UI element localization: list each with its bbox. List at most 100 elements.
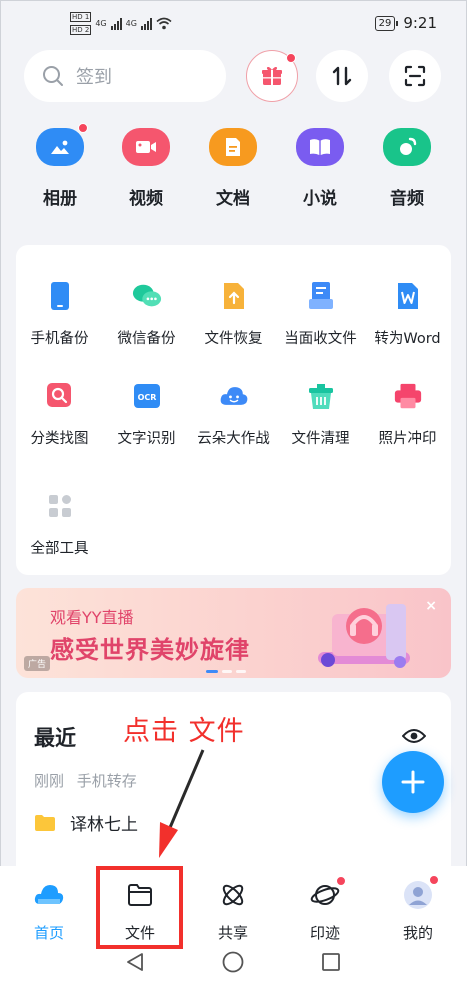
banner-title: 感受世界美妙旋律	[50, 636, 250, 664]
sim1-badge: HD 1	[70, 12, 92, 22]
audio-icon	[383, 128, 431, 166]
banner-illustration	[318, 604, 410, 668]
recents-icon[interactable]	[321, 952, 341, 972]
tool-receive-file[interactable]: 当面收文件	[277, 281, 364, 348]
novel-icon	[296, 128, 344, 166]
album-icon	[36, 123, 88, 166]
recent-time: 刚刚	[34, 772, 65, 790]
all-tools-icon	[45, 491, 75, 521]
recent-file-item[interactable]: 译林七上	[34, 810, 138, 835]
eye-icon[interactable]	[402, 728, 426, 744]
signal-2-icon	[140, 17, 152, 30]
profile-notification-dot	[429, 875, 439, 885]
image-search-icon	[45, 381, 75, 411]
category-audio[interactable]: 音频	[372, 128, 442, 209]
ad-banner[interactable]: 观看YY直播 感受世界美妙旋律 广告 ×	[16, 588, 451, 678]
nav-label: 共享	[217, 924, 248, 942]
scan-button[interactable]	[389, 50, 441, 102]
nav-label: 我的	[402, 924, 433, 942]
trace-notification-dot	[336, 876, 346, 886]
tool-label: 云朵大作战	[197, 431, 270, 447]
gift-icon	[262, 66, 282, 85]
plus-icon	[401, 770, 425, 794]
category-row: 相册 视频 文档 小说 音频	[0, 123, 467, 218]
search-input[interactable]: 签到	[24, 50, 226, 102]
sim2-badge: HD 2	[70, 25, 92, 35]
tool-label: 分类找图	[30, 431, 89, 447]
phone-backup-icon	[45, 281, 75, 311]
signal-area: HD 1 HD 2 4G 4G	[70, 12, 172, 35]
category-label: 视频	[129, 189, 163, 209]
recent-file-name: 译林七上	[70, 815, 138, 835]
word-icon	[393, 281, 423, 311]
signal-1-icon	[110, 17, 122, 30]
tool-phone-backup[interactable]: 手机备份	[16, 281, 103, 348]
ad-label: 广告	[24, 656, 51, 671]
tool-label: 当面收文件	[284, 331, 357, 347]
home-cloud-icon	[34, 880, 64, 910]
tools-card: 手机备份 微信备份 文件恢复 当面收文件 转为Word 分类找图 OCR 文字识…	[16, 245, 451, 575]
tool-photo-print[interactable]: 照片冲印	[364, 381, 451, 448]
transfer-button[interactable]	[316, 50, 368, 102]
receive-file-icon	[306, 281, 336, 311]
tool-label: 微信备份	[117, 331, 176, 347]
category-document[interactable]: 文档	[198, 128, 268, 209]
tool-label: 手机备份	[30, 331, 89, 347]
nav-label: 印迹	[309, 924, 340, 942]
file-clean-icon	[306, 381, 336, 411]
tool-file-restore[interactable]: 文件恢复	[190, 281, 277, 348]
network-type-2: 4G	[125, 19, 137, 28]
avatar-icon	[403, 875, 439, 910]
tool-label: 文字识别	[117, 431, 176, 447]
category-novel[interactable]: 小说	[285, 128, 355, 209]
video-icon	[122, 128, 170, 166]
nav-trace[interactable]: 印迹	[290, 876, 360, 943]
nav-label: 首页	[33, 924, 64, 942]
category-video[interactable]: 视频	[111, 128, 181, 209]
tool-ocr[interactable]: OCR 文字识别	[103, 381, 190, 448]
cloud-game-icon	[219, 381, 249, 411]
tool-label: 全部工具	[30, 541, 89, 557]
tool-cloud-game[interactable]: 云朵大作战	[190, 381, 277, 448]
gift-notification-dot	[286, 53, 296, 63]
gift-button[interactable]	[246, 50, 298, 102]
recent-source: 手机转存	[76, 772, 137, 790]
category-album[interactable]: 相册	[25, 123, 95, 209]
ocr-icon: OCR	[132, 381, 162, 411]
home-icon[interactable]	[222, 951, 244, 973]
wifi-icon	[156, 17, 172, 30]
tool-label: 文件恢复	[204, 331, 263, 347]
tool-wechat-backup[interactable]: 微信备份	[103, 281, 190, 348]
sort-icon	[332, 66, 352, 86]
clock: 9:21	[403, 14, 437, 32]
back-icon[interactable]	[125, 952, 145, 972]
highlight-box	[96, 866, 183, 949]
tool-convert-word[interactable]: 转为Word	[364, 281, 451, 348]
add-button[interactable]	[382, 751, 444, 813]
tool-label: 转为Word	[374, 331, 441, 347]
banner-subtitle: 观看YY直播	[50, 608, 134, 627]
recent-title: 最近	[34, 726, 76, 750]
annotation-text: 点击 文件	[123, 716, 245, 747]
planet-icon	[310, 876, 346, 910]
recent-meta: 刚刚 手机转存	[34, 770, 137, 791]
tool-all-tools[interactable]: 全部工具	[16, 491, 103, 558]
search-icon	[43, 66, 63, 86]
share-atom-icon	[218, 880, 248, 910]
wechat-backup-icon	[132, 281, 162, 311]
tool-file-clean[interactable]: 文件清理	[277, 381, 364, 448]
close-icon[interactable]: ×	[425, 598, 437, 614]
category-label: 文档	[216, 189, 250, 209]
tool-image-search[interactable]: 分类找图	[16, 381, 103, 448]
battery-icon: 29	[374, 15, 399, 31]
album-notification-dot	[78, 123, 88, 133]
system-nav-bar	[0, 942, 467, 982]
nav-profile[interactable]: 我的	[383, 875, 453, 943]
photo-print-icon	[393, 381, 423, 411]
document-icon	[209, 128, 257, 166]
nav-share[interactable]: 共享	[198, 880, 268, 943]
scan-icon	[404, 65, 426, 87]
nav-home[interactable]: 首页	[14, 880, 84, 943]
category-label: 小说	[303, 189, 337, 209]
svg-text:OCR: OCR	[137, 393, 156, 402]
